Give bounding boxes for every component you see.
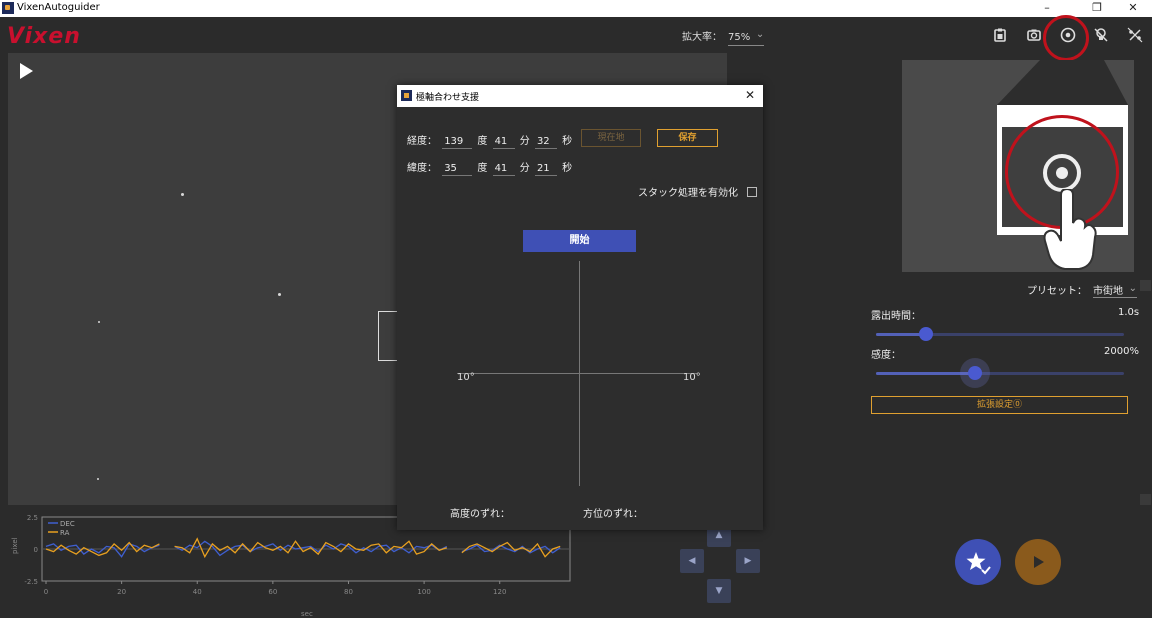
latitude-sec-field[interactable]: 21 [534, 163, 557, 176]
zoom-control[interactable]: 拡大率： 75% [682, 28, 765, 46]
auto-guide-button[interactable] [955, 539, 1001, 585]
extended-settings-button[interactable]: 拡張設定⓪ [871, 396, 1128, 414]
exposure-slider-thumb[interactable] [918, 327, 933, 341]
longitude-row: 経度： 139 度 41 分 32 秒 [407, 132, 572, 149]
current-location-button[interactable]: 現在地 [581, 129, 641, 147]
title-bar: VixenAutoguider – ❐ ✕ [0, 0, 1152, 17]
camera-rotate-icon[interactable] [1025, 26, 1043, 44]
left-degree-label: 10° [457, 372, 475, 383]
dialog-title: 極軸合わせ支援 [416, 93, 480, 103]
y-tick-label: -2.5 [24, 578, 38, 586]
arrow-down-button[interactable]: ▼ [707, 579, 731, 603]
horizontal-axis [457, 373, 697, 374]
longitude-min-field[interactable]: 41 [492, 136, 515, 149]
star [97, 478, 99, 480]
sec-unit: 秒 [562, 136, 573, 147]
star [181, 193, 184, 196]
sensitivity-value: 2000% [1104, 346, 1139, 357]
scroll-handle[interactable] [1140, 280, 1151, 291]
exposure-slider[interactable] [876, 327, 1124, 341]
preset-label: プリセット： [1027, 286, 1087, 297]
latitude-label: 緯度： [407, 163, 437, 174]
zoom-label: 拡大率： [682, 32, 722, 43]
x-tick-label: 80 [344, 588, 353, 596]
save-button[interactable]: 保存 [657, 129, 718, 147]
dialog-close-button[interactable]: ✕ [745, 88, 755, 102]
star [98, 321, 100, 323]
dialog-title-bar: 極軸合わせ支援 ✕ [397, 85, 763, 107]
azimuth-offset-label: 方位のずれ： [583, 509, 643, 520]
right-degree-label: 10° [683, 372, 701, 383]
main-app: Vixen 拡大率： 75% 2.5 0 -2.5 0 20 40 60 80 100 120 [0, 15, 1152, 618]
close-button[interactable]: ✕ [1118, 0, 1148, 17]
minimize-button[interactable]: – [1032, 0, 1062, 17]
y-tick-label: 0 [34, 546, 38, 554]
percent-slash-icon[interactable] [1126, 26, 1144, 44]
latitude-deg-field[interactable]: 35 [442, 163, 473, 176]
min-unit: 分 [519, 163, 530, 174]
preset-select[interactable]: 市街地 [1093, 286, 1137, 298]
legend-ra: RA [60, 529, 70, 537]
x-tick-label: 0 [44, 588, 48, 596]
min-unit: 分 [519, 136, 530, 147]
start-guiding-button[interactable] [1015, 539, 1061, 585]
play-icon[interactable] [20, 63, 33, 79]
maximize-button[interactable]: ❐ [1082, 0, 1112, 17]
x-tick-label: 120 [493, 588, 506, 596]
vixen-logo: Vixen [7, 24, 81, 49]
arrow-left-button[interactable]: ◀ [680, 549, 704, 573]
exposure-label: 露出時間： [871, 311, 921, 322]
sec-unit: 秒 [562, 163, 573, 174]
play-icon [1034, 556, 1044, 568]
star-check-icon [966, 552, 991, 575]
zoom-select[interactable]: 75% [728, 32, 765, 46]
y-tick-label: 2.5 [27, 514, 38, 522]
x-tick-label: 20 [117, 588, 126, 596]
clipboard-icon[interactable] [991, 26, 1009, 44]
start-button[interactable]: 開始 [523, 230, 636, 252]
graph-ylabel: pixel [11, 537, 19, 554]
legend-dec: DEC [60, 520, 75, 528]
arrow-right-button[interactable]: ▶ [736, 549, 760, 573]
series-line-ra [174, 537, 448, 559]
altitude-offset-label: 高度のずれ： [450, 509, 510, 520]
deg-unit: 度 [477, 163, 488, 174]
scroll-handle[interactable] [1140, 494, 1151, 505]
longitude-label: 経度： [407, 136, 437, 147]
guide-star-selection[interactable] [378, 311, 398, 361]
sensitivity-slider[interactable] [876, 358, 1124, 388]
latitude-row: 緯度： 35 度 41 分 21 秒 [407, 159, 572, 176]
exposure-value: 1.0s [1118, 307, 1140, 318]
x-tick-label: 40 [193, 588, 202, 596]
sensitivity-label: 感度： [871, 350, 901, 361]
longitude-sec-field[interactable]: 32 [534, 136, 557, 149]
app-icon [2, 2, 14, 14]
hand-pointer-icon [1043, 189, 1097, 270]
longitude-deg-field[interactable]: 139 [442, 136, 473, 149]
app-icon [401, 90, 412, 101]
window-title: VixenAutoguider [17, 2, 100, 13]
preset-control[interactable]: プリセット： 市街地 [1027, 282, 1137, 298]
polar-alignment-dialog: 極軸合わせ支援 ✕ 経度： 139 度 41 分 32 秒 緯度： 35 度 4… [397, 85, 763, 530]
graph-xlabel: sec [301, 610, 313, 618]
latitude-min-field[interactable]: 41 [492, 163, 515, 176]
star [278, 293, 281, 296]
stack-label: スタック処理を有効化 [638, 188, 738, 199]
x-tick-label: 100 [417, 588, 430, 596]
stack-checkbox[interactable] [747, 187, 758, 197]
deg-unit: 度 [477, 136, 488, 147]
x-tick-label: 60 [268, 588, 277, 596]
lightbulb-off-icon[interactable] [1092, 26, 1110, 44]
stack-option[interactable]: スタック処理を有効化 [638, 184, 758, 199]
highlight-circle [1043, 15, 1089, 61]
